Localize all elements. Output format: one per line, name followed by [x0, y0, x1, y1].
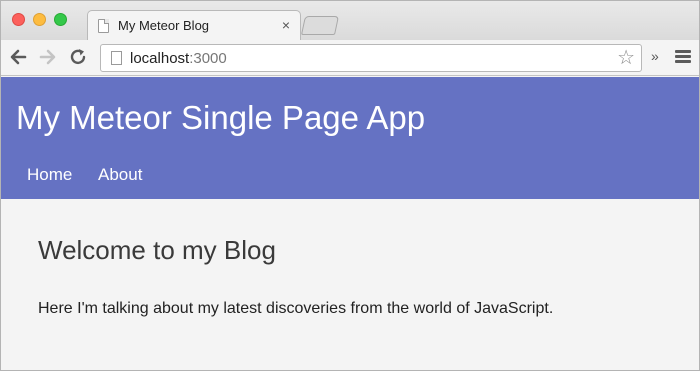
star-icon[interactable]: ☆	[617, 48, 635, 68]
page-icon	[111, 51, 122, 65]
app-header: My Meteor Single Page App Home About	[1, 77, 699, 199]
address-bar[interactable]: localhost:3000 ☆	[100, 44, 642, 72]
maximize-window-icon[interactable]	[54, 13, 67, 26]
nav-link-home[interactable]: Home	[27, 165, 72, 185]
app-title: My Meteor Single Page App	[16, 99, 426, 136]
minimize-window-icon[interactable]	[33, 13, 46, 26]
url-port: :3000	[189, 50, 227, 67]
nav-link-about[interactable]: About	[98, 165, 142, 185]
menu-icon[interactable]	[675, 50, 691, 64]
tab-close-icon[interactable]: ×	[282, 17, 290, 33]
forward-arrow-icon[interactable]	[37, 46, 59, 68]
tab-title: My Meteor Blog	[118, 18, 210, 33]
page-icon	[98, 19, 109, 33]
new-tab-button[interactable]	[300, 16, 340, 35]
browser-window: My Meteor Blog × localhost:3000 ☆ » My M…	[0, 0, 700, 371]
url-text[interactable]: localhost:3000	[130, 50, 227, 67]
back-arrow-icon[interactable]	[7, 46, 29, 68]
extensions-chevron-icon[interactable]: »	[651, 48, 659, 64]
tab-strip: My Meteor Blog ×	[1, 1, 699, 41]
page-viewport: My Meteor Single Page App Home About Wel…	[1, 77, 699, 370]
reload-icon[interactable]	[67, 46, 89, 68]
browser-toolbar: localhost:3000 ☆ »	[1, 40, 699, 76]
page-heading: Welcome to my Blog	[38, 235, 276, 265]
tab-my-meteor-blog[interactable]: My Meteor Blog ×	[87, 10, 301, 41]
close-window-icon[interactable]	[12, 13, 25, 26]
url-host: localhost	[130, 50, 190, 67]
intro-paragraph: Here I'm talking about my latest discove…	[38, 300, 554, 317]
